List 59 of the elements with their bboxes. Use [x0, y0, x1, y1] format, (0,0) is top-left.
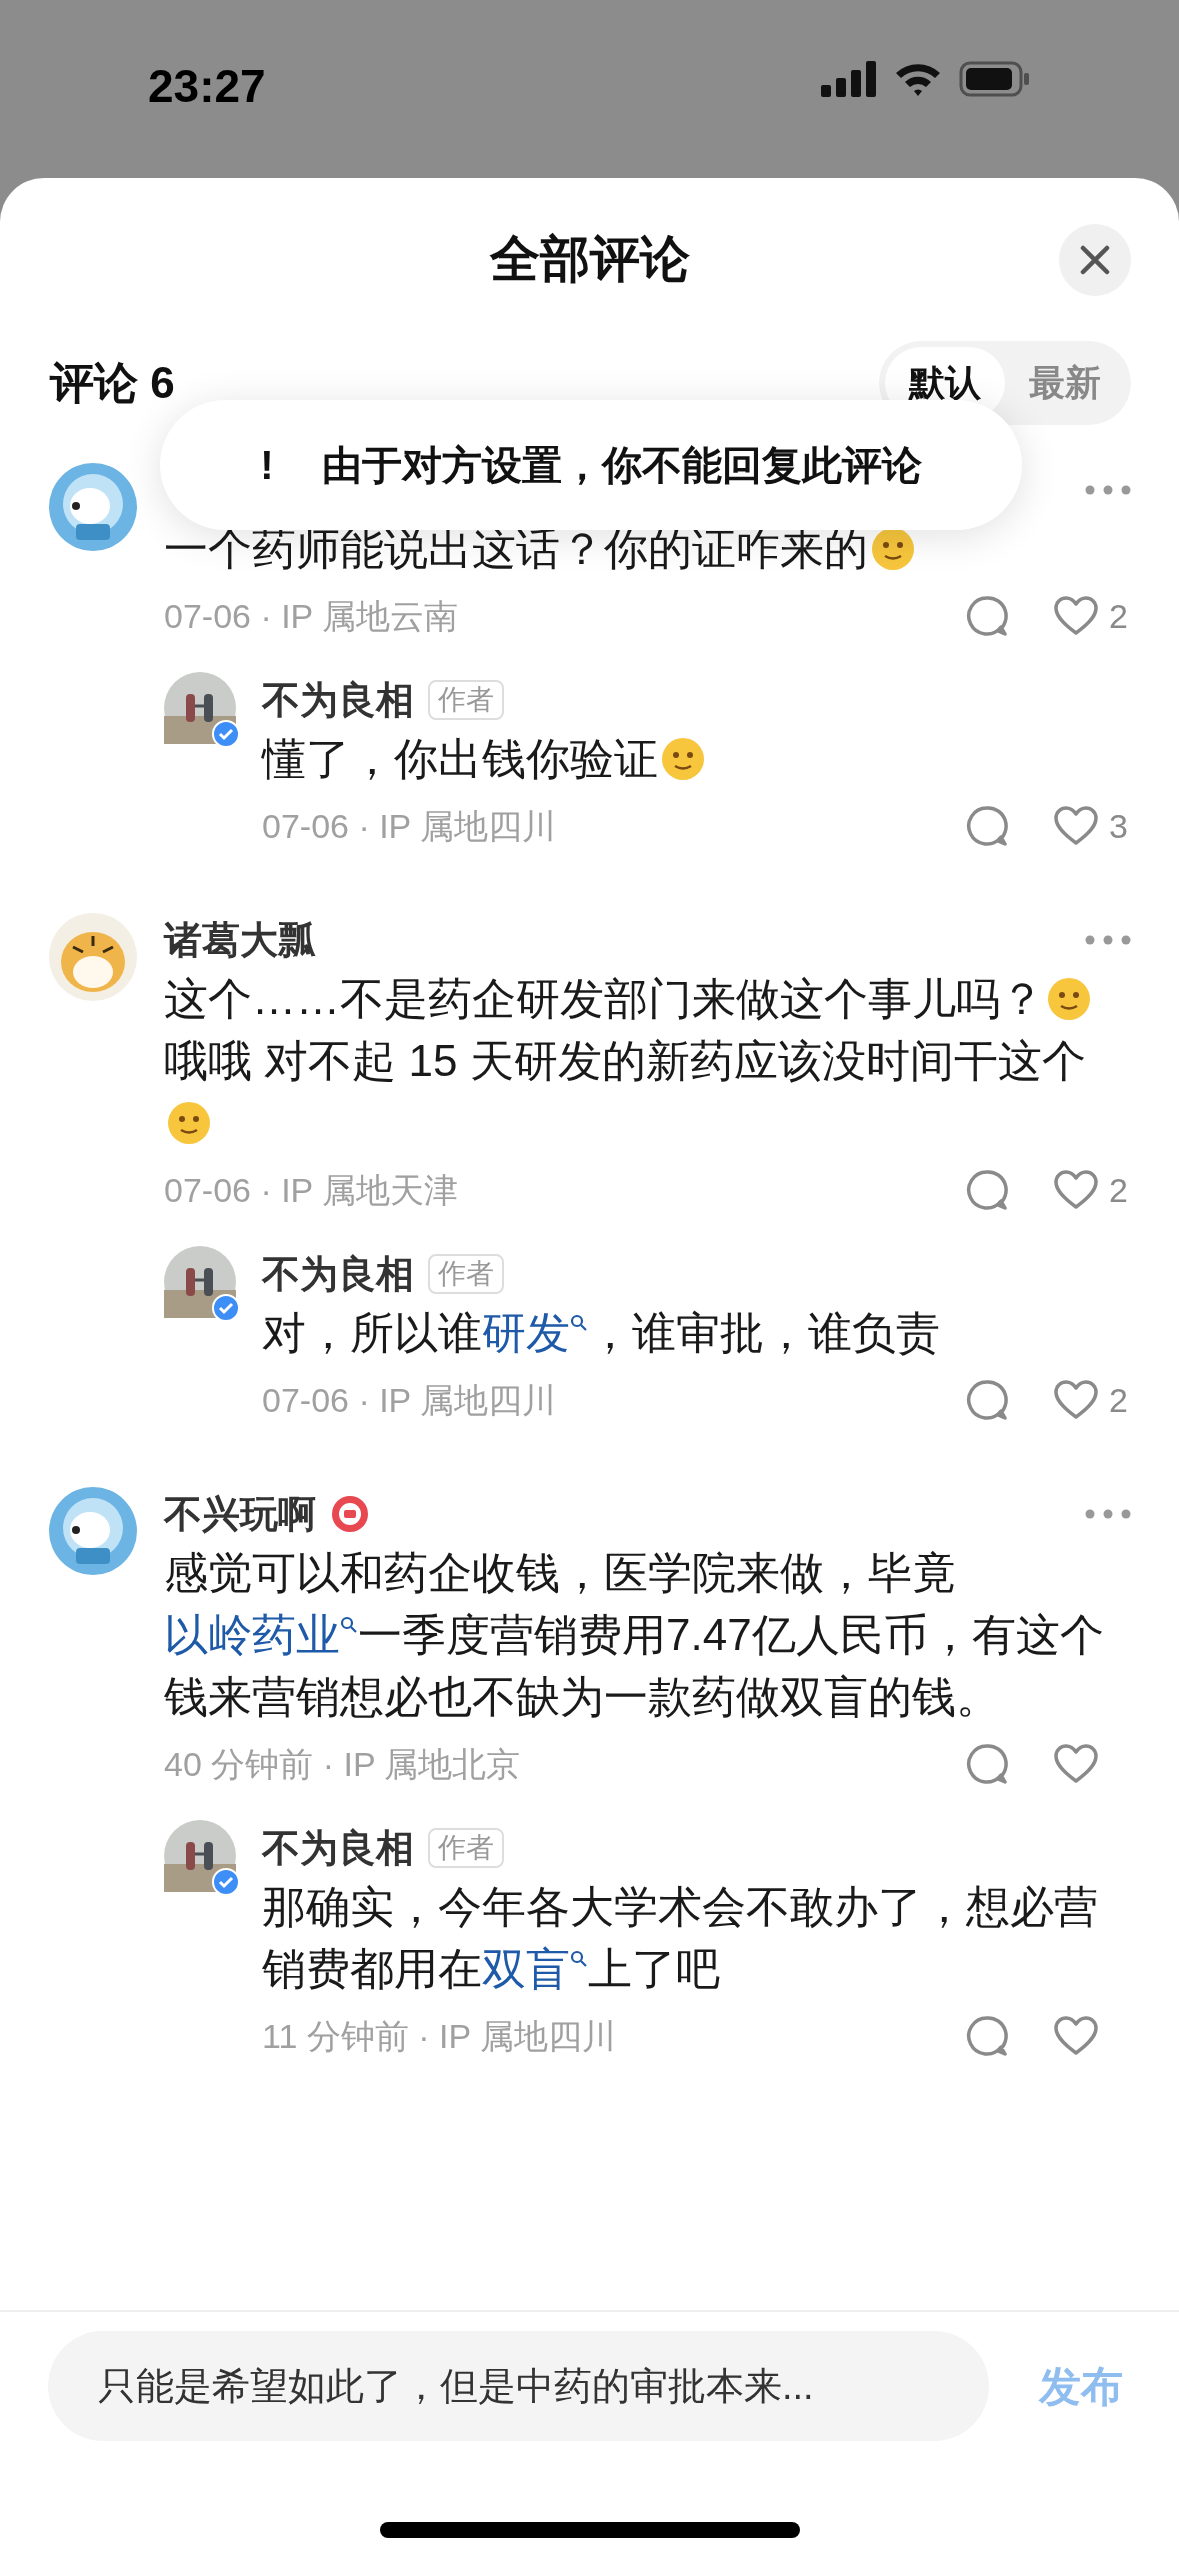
comment-meta: 07-06 · IP 属地四川: [262, 1379, 558, 1421]
heart-icon[interactable]: [1053, 1169, 1099, 1211]
comment-text: 那确实，今年各大学术会不敢办了，想必营销费都用在双盲 上了吧: [262, 1881, 1099, 1995]
battery-icon: [959, 61, 1031, 97]
heart-icon[interactable]: [1053, 1379, 1099, 1421]
keyword-link[interactable]: 双盲: [482, 1944, 588, 1993]
signal-icon: [821, 61, 877, 97]
comment-text: 感觉可以和药企收钱，医学院来做，毕竟 以岭药业 一季度营销费用7.47亿人民币，有这个钱来营销想必也不缺为一款药做双盲的钱。: [164, 1547, 1105, 1723]
close-icon: [1080, 245, 1110, 275]
user-name[interactable]: 不为良相: [262, 1819, 414, 1877]
emoji-icon: [1046, 976, 1092, 1022]
reply-icon[interactable]: [965, 594, 1009, 638]
like-count: 2: [1109, 1379, 1128, 1421]
comment-input[interactable]: 只能是希望如此了，但是中药的审批本来...: [48, 2331, 989, 2441]
author-tag: 作者: [428, 680, 504, 720]
like-count: 3: [1109, 805, 1128, 847]
avatar: [164, 672, 236, 744]
heart-icon[interactable]: [1053, 595, 1099, 637]
toast-message: 由于对方设置，你不能回复此评论: [321, 442, 922, 489]
comment-text: 对，所以谁研发 ，谁审批，谁负责: [262, 1307, 941, 1359]
more-icon[interactable]: [1085, 485, 1131, 495]
comment-text: 这个……不是药企研发部门来做这个事儿吗？ 哦哦 对不起 15 天研发的新药应该没时间干这个: [164, 968, 1131, 1154]
keyword-link[interactable]: 研发: [482, 1308, 588, 1357]
heart-icon[interactable]: [1053, 1743, 1099, 1785]
like-count: 2: [1109, 1169, 1128, 1211]
like-count: 2: [1109, 595, 1128, 637]
avatar: [164, 1246, 236, 1318]
status-time: 23:27: [148, 59, 266, 114]
reply-icon[interactable]: [965, 1378, 1009, 1422]
user-name[interactable]: 不兴玩啊: [164, 1485, 316, 1543]
author-tag: 作者: [428, 1828, 504, 1868]
comment-meta: 07-06 · IP 属地四川: [262, 805, 558, 847]
author-tag: 作者: [428, 1254, 504, 1294]
user-name[interactable]: 不为良相: [262, 1245, 414, 1303]
heart-icon[interactable]: [1053, 2015, 1099, 2057]
emoji-icon: [660, 736, 706, 782]
keyword-link[interactable]: 以岭药业: [164, 1610, 358, 1659]
more-icon[interactable]: [1085, 935, 1131, 945]
search-icon: [340, 1616, 358, 1635]
comment-meta: 11 分钟前 · IP 属地四川: [262, 2015, 617, 2057]
search-icon: [570, 1950, 588, 1969]
comment-meta: 07-06 · IP 属地天津: [164, 1169, 460, 1211]
comment-meta: 40 分钟前 · IP 属地北京: [164, 1743, 522, 1785]
reply-icon[interactable]: [965, 1742, 1009, 1786]
reply-icon[interactable]: [965, 1168, 1009, 1212]
user-name[interactable]: 不为良相: [262, 671, 414, 729]
sheet-title: 全部评论: [489, 229, 690, 289]
comment-meta: 07-06 · IP 属地云南: [164, 595, 460, 637]
comment-count: 评论 6: [50, 357, 176, 409]
search-icon: [570, 1314, 588, 1333]
emoji-icon: [166, 1100, 212, 1146]
reply-icon[interactable]: [965, 804, 1009, 848]
reply-icon[interactable]: [965, 2014, 1009, 2058]
user-name[interactable]: 诸葛大瓢: [164, 911, 316, 969]
heart-icon[interactable]: [1053, 805, 1099, 847]
comment-text: 懂了，你出钱你验证: [262, 728, 1131, 790]
warning-mark: !: [260, 442, 274, 489]
more-icon[interactable]: [1085, 1509, 1131, 1519]
avatar: [164, 1820, 236, 1892]
